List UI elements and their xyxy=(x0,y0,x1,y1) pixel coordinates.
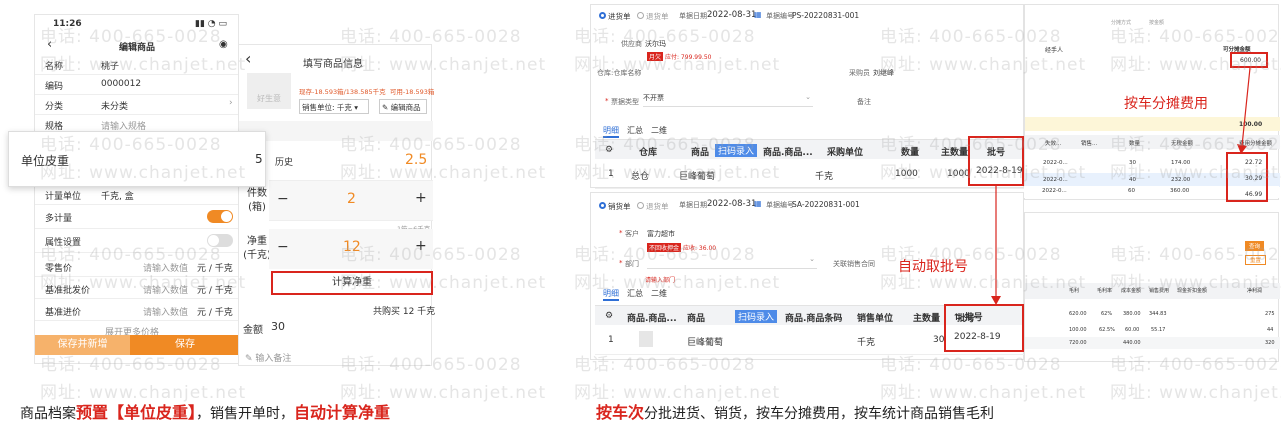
settings-icon[interactable]: ⚙ xyxy=(605,145,613,155)
page-title: 编辑商品 xyxy=(119,43,156,53)
subtab-detail[interactable]: 明细 xyxy=(603,125,619,138)
price-row-retail[interactable]: 零售价 请输入数值 元 / 千克 xyxy=(35,257,240,277)
radio-sale-selected[interactable] xyxy=(599,202,606,209)
radio-return[interactable] xyxy=(637,12,644,19)
tare-label: 单位皮重 xyxy=(21,154,70,168)
amount-value[interactable]: 30 xyxy=(271,320,285,333)
phone-edit-goods: 11:26 ▮▮ ◔ ▭ ‹ 编辑商品 ◉ 名称 桃子 编码 0000012 分… xyxy=(34,14,240,364)
purchase-table-row[interactable]: 1 总仓 巨峰葡萄 千克 1000 1000 xyxy=(595,159,1025,189)
subtab-2d[interactable]: 二维 xyxy=(651,288,667,299)
phone-fill-goods: ‹ 填写商品信息 好生意 现存-18.593箱/138.585千克 可用-18.… xyxy=(238,44,436,366)
chevron-down-icon: ⌄ xyxy=(809,255,815,263)
subtab-summary[interactable]: 汇总 xyxy=(627,125,643,136)
save-and-new-button[interactable]: 保存并新增 xyxy=(35,335,130,355)
calc-net-button[interactable]: 计算净重 xyxy=(271,271,433,295)
purchase-table-header: ⚙ 仓库 商品 扫码录入 商品.商品... 采购单位 数量 主数量 批号 xyxy=(595,139,1025,159)
field-row-name[interactable]: 名称 桃子 xyxy=(35,55,240,75)
edit-goods-button[interactable]: ✎ 编辑商品 xyxy=(379,99,427,114)
field-row-multi-unit: 多计量 xyxy=(35,205,240,229)
price-row-purchase[interactable]: 基准进价 请输入数值 元 / 千克 xyxy=(35,301,240,321)
qty-value[interactable]: 2 xyxy=(347,191,356,207)
net-stepper[interactable]: − 12 + xyxy=(269,229,433,269)
subtab-summary[interactable]: 汇总 xyxy=(627,288,643,299)
radio-in-selected[interactable] xyxy=(599,12,606,19)
alloc-arrow xyxy=(1237,68,1251,154)
field-row-category[interactable]: 分类 未分类 › xyxy=(35,95,240,115)
field-row-unit[interactable]: 计量单位 千克, 盒 xyxy=(35,185,240,205)
amount-label: 金额 xyxy=(243,325,263,336)
tare-weight-popout[interactable]: 单位皮重 5 xyxy=(8,131,266,187)
reset-button[interactable]: 重置 xyxy=(1245,255,1267,265)
owe-tag: 月欠 xyxy=(647,52,664,61)
radio-return[interactable] xyxy=(637,202,644,209)
query-button[interactable]: 查询 xyxy=(1245,241,1265,251)
field-row-code[interactable]: 编码 0000012 xyxy=(35,75,240,95)
minus-icon[interactable]: − xyxy=(277,239,289,255)
price-row-wholesale[interactable]: 基准批发价 请输入数值 元 / 千克 xyxy=(35,279,240,299)
alloc-amount-highlight: 600.00 xyxy=(1230,52,1268,68)
purchase-batch-highlight: 2022-8-19 xyxy=(968,136,1024,186)
purchase-order: 进货单 退货单 单据日期 2022-08-31 ▦ 单据编号 PS-202208… xyxy=(590,4,1025,189)
kind-select[interactable]: 不开票 ⌄ xyxy=(643,93,813,107)
watermark: 网址: www.chanjet.net xyxy=(1110,383,1281,403)
annotation-auto-batch: 自动取批号 xyxy=(898,259,968,275)
annotation-alloc-fee: 按车分摊费用 xyxy=(1124,96,1208,112)
calendar-icon[interactable]: ▦ xyxy=(754,199,762,208)
net-value[interactable]: 12 xyxy=(343,239,361,255)
field-row-attr: 属性设置 xyxy=(35,229,240,253)
status-icons: ▮▮ ◔ ▭ xyxy=(195,19,227,29)
history-dropdown[interactable]: 历史 xyxy=(275,155,293,168)
sale-unit-select[interactable]: 销售单位: 千克 ▾ xyxy=(299,99,369,114)
price-row[interactable]: 历史 2.5 xyxy=(269,141,433,181)
total-bought: 共购买 12 千克 xyxy=(373,307,436,317)
dept-select[interactable]: ⌄ xyxy=(647,255,817,269)
plus-icon[interactable]: + xyxy=(415,190,427,206)
save-button[interactable]: 保存 xyxy=(130,335,240,355)
note-input[interactable]: ✎ 输入备注 xyxy=(245,351,291,364)
subtab-2d[interactable]: 二维 xyxy=(651,125,667,136)
calendar-icon[interactable]: ▦ xyxy=(754,10,762,19)
back-icon[interactable]: ‹ xyxy=(245,49,251,68)
price-value[interactable]: 2.5 xyxy=(405,152,427,168)
goods-thumb xyxy=(639,331,653,347)
status-time: 11:26 xyxy=(53,19,82,29)
qty-stepper[interactable]: − 2 + xyxy=(269,181,433,221)
qty-label: 件数(箱) xyxy=(247,188,267,213)
batch-arrow xyxy=(991,186,1001,305)
sales-batch-highlight: ⇅ 批号 2022-8-19 xyxy=(944,304,1024,352)
fee-column-highlight: 22.72 30.29 46.99 xyxy=(1226,152,1268,202)
caption-left: 商品档案预置【单位皮重】，销售开单时，自动计算净重 xyxy=(20,403,391,422)
multi-unit-toggle[interactable] xyxy=(207,210,233,223)
net-label: 净重(千克) xyxy=(243,236,271,261)
batch-header-cell: ⇅ 批号 xyxy=(954,313,983,323)
settings-icon[interactable]: ⚙ xyxy=(605,311,613,321)
stock-info: 现存-18.593箱/138.585千克 可用-18.593箱 xyxy=(299,88,435,96)
minus-icon[interactable]: − xyxy=(277,191,289,207)
chevron-down-icon: ⌄ xyxy=(805,93,811,101)
subtab-detail[interactable]: 明细 xyxy=(603,288,619,301)
profit-report-panel: 查询 重置 毛利 毛利率 成本金额 销售费用 现金折扣金额 净利润 620.00… xyxy=(1024,212,1280,362)
page-title: 填写商品信息 xyxy=(303,59,363,70)
tare-value: 5 xyxy=(255,152,263,166)
caption-right: 按车次分批进货、销货，按车分摊费用，按车统计商品销售毛利 xyxy=(596,403,995,422)
attr-toggle[interactable] xyxy=(207,234,233,247)
goods-logo: 好生意 xyxy=(247,73,291,109)
plus-icon[interactable]: + xyxy=(415,238,427,254)
back-icon[interactable]: ‹ xyxy=(47,37,52,52)
eye-icon[interactable]: ◉ xyxy=(219,39,228,50)
chevron-right-icon: › xyxy=(229,98,233,108)
